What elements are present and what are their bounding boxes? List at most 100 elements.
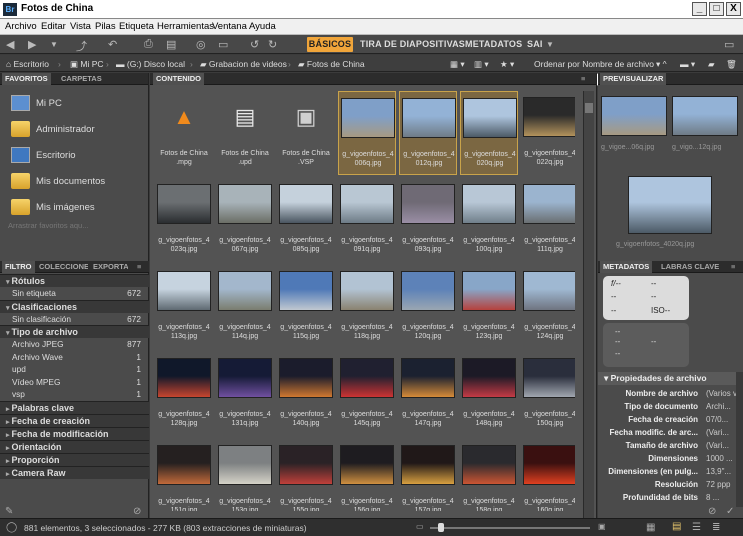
clear-filter-icon[interactable]: ⊘ [133, 506, 141, 517]
view-details-icon[interactable]: ☰ [692, 522, 701, 533]
filter-section-header[interactable]: Proporción [0, 452, 149, 466]
zoom-out-icon[interactable]: ▭ [416, 522, 424, 531]
thumbnail-size-slider[interactable] [430, 523, 590, 532]
delete-icon[interactable]: 🗑 [726, 59, 737, 70]
thumbnail-item[interactable]: g_vigoenfotos_4 160q.jpg [521, 439, 575, 511]
tab-metadatos[interactable]: METADATOS [600, 261, 653, 273]
filter-section-header[interactable]: Tipo de archivo [0, 325, 149, 338]
zoom-in-icon[interactable]: ▣ [598, 522, 606, 531]
sort-dropdown[interactable]: Ordenar por Nombre de archivo [534, 59, 654, 69]
recent-dropdown-icon[interactable]: ▼ [50, 40, 58, 49]
path-mi-pc[interactable]: ▣ Mi PC [70, 59, 104, 70]
thumbnail-item[interactable]: ▤ Fotos de China .upd [216, 91, 274, 175]
thumbnail-item[interactable]: g_vigoenfotos_4 022q.jpg [521, 91, 575, 175]
menu-herramientas[interactable]: Herramientas [157, 21, 214, 32]
new-folder-icon[interactable]: ▬ ▾ [680, 59, 695, 70]
grid-lock-icon[interactable]: ▦ [646, 522, 655, 533]
tab-favoritos[interactable]: FAVORITOS [2, 73, 51, 85]
menu-ventana[interactable]: Ventana [212, 21, 247, 32]
thumbnail-item[interactable]: g_vigoenfotos_4 128q.jpg [155, 352, 213, 436]
menu-editar[interactable]: Editar [41, 21, 66, 32]
thumbnail-item[interactable]: g_vigoenfotos_4 123q.jpg [460, 265, 518, 349]
filter-row[interactable]: Vídeo MPEG 1 [0, 376, 149, 388]
thumbnail-item[interactable]: g_vigoenfotos_4 085q.jpg [277, 178, 335, 262]
close-button[interactable]: X [726, 2, 741, 16]
folder-icon[interactable]: ▰ [708, 59, 715, 70]
thumbnail-item[interactable]: g_vigoenfotos_4 111q.jpg [521, 178, 575, 262]
panel-menu-icon[interactable]: ≡ [728, 261, 738, 273]
thumbnail-item[interactable]: g_vigoenfotos_4 100q.jpg [460, 178, 518, 262]
view-list-icon[interactable]: ≣ [712, 522, 720, 533]
restore-button[interactable]: □ [709, 2, 724, 16]
thumbnail-item[interactable]: g_vigoenfotos_4 006q.jpg [338, 91, 396, 175]
filter-row[interactable]: Sin etiqueta 672 [0, 287, 149, 299]
thumbnail-item[interactable]: g_vigoenfotos_4 155q.jpg [277, 439, 335, 511]
panel-menu-icon[interactable]: ≡ [578, 73, 588, 85]
filter-row[interactable]: vsp 1 [0, 388, 149, 400]
filter-row[interactable]: upd 1 [0, 363, 149, 375]
thumbnail-item[interactable]: g_vigoenfotos_4 147q.jpg [399, 352, 457, 436]
quality-icon[interactable]: ▥ ▾ [474, 59, 489, 70]
thumbnail-item[interactable]: g_vigoenfotos_4 156q.jpg [338, 439, 396, 511]
thumbnail-item[interactable]: g_vigoenfotos_4 120q.jpg [399, 265, 457, 349]
tab-contenido[interactable]: CONTENIDO [153, 73, 204, 85]
open-in-camera-raw-icon[interactable]: ◎ [196, 38, 206, 51]
filter-section-header[interactable]: Rótulos [0, 274, 149, 287]
favorite-mis-documentos[interactable]: Mis documentos [8, 171, 148, 193]
metadata-scrollbar[interactable] [736, 372, 743, 507]
slider-handle[interactable] [438, 523, 444, 532]
back-icon[interactable]: ◀ [6, 38, 14, 51]
workspace-basicos[interactable]: BÁSICOS [307, 37, 353, 52]
tab-colecciones[interactable]: COLECCIONES [36, 261, 88, 273]
filter-row[interactable]: Sin clasificación 672 [0, 313, 149, 325]
workspace-tira-diapositivas[interactable]: TIRA DE DIAPOSITIVAS [360, 37, 465, 52]
preview-image[interactable] [601, 96, 667, 136]
filter-section-header[interactable]: Orientación [0, 439, 149, 453]
compact-mode-icon[interactable]: ▭ [724, 38, 734, 51]
menu-etiqueta[interactable]: Etiqueta [119, 21, 154, 32]
camera-import-icon[interactable]: ⎙ [144, 38, 153, 51]
workspace-sai[interactable]: SAI [527, 37, 543, 52]
filter-row[interactable]: Archivo JPEG 877 [0, 338, 149, 350]
thumbnail-item[interactable]: ▲ Fotos de China .mpg [155, 91, 213, 175]
folder-up-icon[interactable]: ⤴ [76, 38, 87, 54]
menu-vista[interactable]: Vista [70, 21, 91, 32]
view-thumbnails-icon[interactable]: ▤ [672, 521, 681, 532]
clear-icon[interactable]: ⊘ [708, 506, 716, 517]
favorite-administrador[interactable]: Administrador [8, 119, 148, 141]
preview-image[interactable] [628, 176, 712, 234]
filter-section-header[interactable]: Fecha de modificación [0, 426, 149, 440]
favorite-mi-pc[interactable]: Mi PC [8, 93, 148, 115]
filter-section-header[interactable]: Palabras clave [0, 400, 149, 414]
pin-icon[interactable]: ✎ [5, 506, 13, 517]
favorite-escritorio[interactable]: Escritorio [8, 145, 148, 167]
thumbnail-item[interactable]: g_vigoenfotos_4 157q.jpg [399, 439, 457, 511]
path-disco-local[interactable]: ▬ (G:) Disco local [116, 59, 185, 69]
output-icon[interactable]: ▭ [218, 38, 228, 51]
thumbnail-item[interactable]: g_vigoenfotos_4 114q.jpg [216, 265, 274, 349]
workspace-metadatos[interactable]: METADATOS [465, 37, 522, 52]
rotate-right-icon[interactable]: ↻ [268, 38, 277, 51]
thumbnail-item[interactable]: g_vigoenfotos_4 151q.jpg [155, 439, 213, 511]
tab-palabras-clave[interactable]: LABRAS CLAVE [658, 261, 722, 273]
thumbnail-item[interactable]: g_vigoenfotos_4 158q.jpg [460, 439, 518, 511]
thumbnail-item[interactable]: g_vigoenfotos_4 113q.jpg [155, 265, 213, 349]
minimize-button[interactable]: _ [692, 2, 707, 16]
tab-exportar[interactable]: EXPORTAR [90, 261, 128, 273]
path-escritorio[interactable]: ⌂ Escritorio [6, 59, 49, 69]
tab-carpetas[interactable]: CARPETAS [58, 73, 105, 85]
thumbnail-item[interactable]: g_vigoenfotos_4 091q.jpg [338, 178, 396, 262]
preview-image[interactable] [672, 96, 738, 136]
menu-ayuda[interactable]: Ayuda [249, 21, 276, 32]
apply-check-icon[interactable]: ✓ [726, 506, 734, 517]
thumbnail-item[interactable]: g_vigoenfotos_4 067q.jpg [216, 178, 274, 262]
filter-section-header[interactable]: Clasificaciones [0, 299, 149, 313]
tab-filtro[interactable]: FILTRO [2, 261, 35, 273]
thumbnail-item[interactable]: g_vigoenfotos_4 023q.jpg [155, 178, 213, 262]
thumbnail-item[interactable]: g_vigoenfotos_4 093q.jpg [399, 178, 457, 262]
view-filter-icon[interactable]: ▦ ▾ [450, 59, 465, 70]
thumbnail-item[interactable]: ▣ Fotos de China .VSP [277, 91, 335, 175]
scroll-thumb[interactable] [585, 103, 593, 113]
thumbnail-item[interactable]: g_vigoenfotos_4 145q.jpg [338, 352, 396, 436]
rotate-icon[interactable]: ↶ [108, 38, 117, 51]
